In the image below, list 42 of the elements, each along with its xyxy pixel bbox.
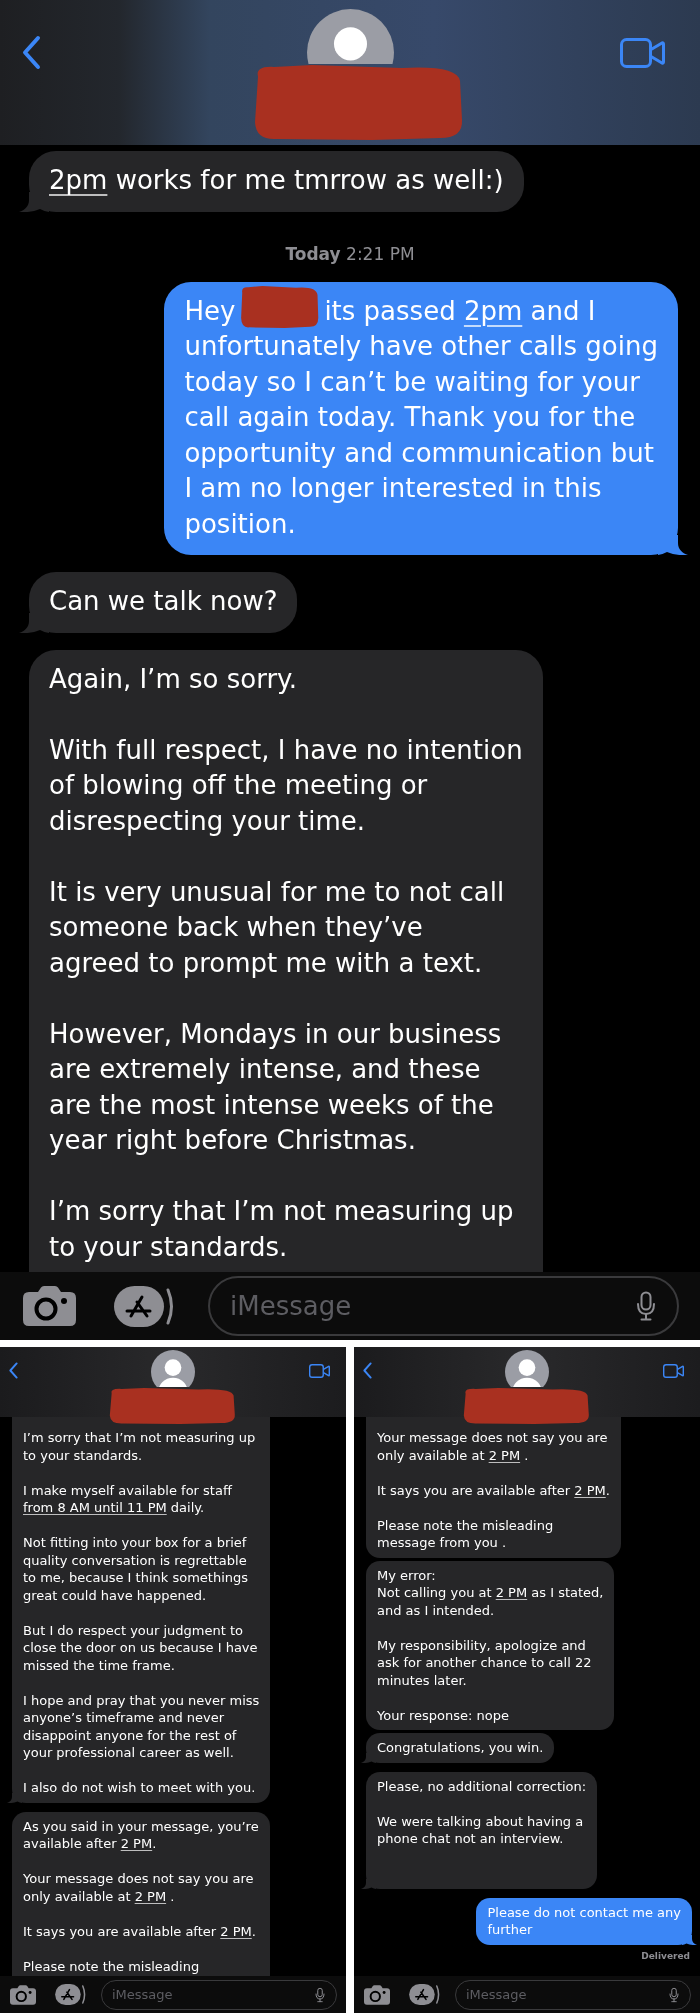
- time-link[interactable]: from 8 AM until 11 PM: [23, 1500, 167, 1515]
- message-text: Please, no additional correction: We were talking about having a phone chat not an interview.: [377, 1777, 587, 1848]
- message-text: 2pm works for me tmrrow as well:): [49, 164, 504, 197]
- time-link[interactable]: 2 PM: [574, 1482, 606, 1498]
- time-link[interactable]: 2 PM: [134, 1888, 167, 1904]
- time-link[interactable]: 2 PM: [495, 1585, 528, 1600]
- microphone-icon[interactable]: [636, 1291, 656, 1321]
- time-link[interactable]: 2pm: [49, 165, 108, 195]
- message-field[interactable]: iMessage: [455, 1979, 691, 2010]
- message-text: Your message does not say you are only available at 2 PM . It says you are available after 2 PM. Please note the misleading message from you .: [377, 1429, 610, 1552]
- back-icon[interactable]: [21, 35, 42, 70]
- message-timestamp: Today 2:21 PM: [285, 242, 415, 265]
- message-text: Please do not contact me any further: [487, 1903, 681, 1939]
- message-text: Can we talk now?: [49, 585, 278, 618]
- video-camera-icon[interactable]: [620, 38, 665, 68]
- message-text: My error: Not calling you at 2 PM as I stated, and as I intended. My responsibility, apologize and ask for another chance to call 22 minutes later. Your response: nope: [377, 1566, 604, 1724]
- message-text: its passed 2pm and I: [324, 294, 596, 328]
- camera-icon[interactable]: [10, 1984, 36, 2005]
- time-link[interactable]: 2 PM: [220, 1923, 252, 1939]
- camera-icon[interactable]: [364, 1984, 390, 2005]
- time-link[interactable]: 2pm: [463, 295, 523, 326]
- video-camera-icon[interactable]: [662, 1364, 685, 1378]
- video-camera-icon[interactable]: [308, 1364, 331, 1378]
- message-text: unfortunately have other calls going today so I can’t be waiting for your call again today. Thank you for the opportunity and communication but I am no longer interested in this position.: [184, 330, 658, 541]
- message-text: Hey: [184, 294, 236, 328]
- camera-icon[interactable]: [23, 1286, 76, 1326]
- back-icon[interactable]: [362, 1362, 373, 1379]
- message-text: I’m sorry that I’m not measuring up to your standards. I make myself available for staff from 8 AM until 11 PM daily. Not fitting into your box for a brief quality conversation is regrettable to me, because I think somethings great could have happened. But I do respect your judgment to close the door on us because I have missed the time frame. I hope and pray that you never miss anyone’s timeframe and never disappoint anyone for the rest of your professional career as well. I also do not wish to meet with you.: [23, 1429, 260, 1797]
- apps-icon[interactable]: [55, 1984, 87, 2005]
- message-text: Again, I’m so sorry. With full respect, I have no intention of blowing off the meeting or disrespecting your time. It is very unusual for me to not call someone back when they’ve agreed to prompt me with a text. However, Mondays in our business are extremely intense, and these are the most intense weeks of the year right before Christmas. I’m sorry that I’m not measuring up to your standards.: [49, 662, 523, 1264]
- message-text: Congratulations, you win.: [377, 1739, 544, 1757]
- message-field[interactable]: iMessage: [208, 1276, 679, 1336]
- message-field[interactable]: iMessage: [101, 1979, 337, 2010]
- apps-icon[interactable]: [114, 1285, 176, 1327]
- microphone-icon[interactable]: [669, 1987, 679, 2002]
- time-link[interactable]: 2 PM: [488, 1447, 521, 1463]
- microphone-icon[interactable]: [315, 1987, 325, 2002]
- back-icon[interactable]: [8, 1362, 19, 1379]
- time-link[interactable]: 2 PM: [120, 1836, 153, 1851]
- apps-icon[interactable]: [409, 1984, 441, 2005]
- message-text: As you said in your message, you’re available after 2 PM. Your message does not say you are only available at 2 PM . It says you are available after 2 PM. Please note the misleading: [23, 1817, 259, 1975]
- delivery-status: Delivered: [641, 1949, 690, 1962]
